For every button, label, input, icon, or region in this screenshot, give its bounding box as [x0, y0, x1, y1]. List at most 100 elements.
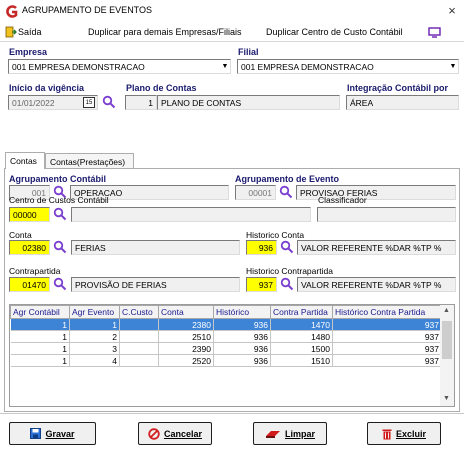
cell: 2390 — [158, 342, 214, 355]
menu-bar: Saída Duplicar para demais Empresas/Fili… — [0, 23, 464, 41]
search-icon[interactable] — [280, 240, 294, 254]
app-logo-icon — [6, 5, 18, 18]
column-header[interactable]: Agr Contábil — [10, 305, 70, 319]
cell: 1 — [10, 330, 70, 343]
cell: 936 — [213, 342, 271, 355]
window-title: AGRUPAMENTO DE EVENTOS — [22, 5, 153, 15]
column-header[interactable]: Histórico Contra Partida — [332, 305, 442, 319]
historico-contrapartida-label: Historico Contrapartida — [246, 266, 333, 276]
separator — [0, 413, 464, 414]
cell: 1 — [69, 318, 120, 331]
cell: 1470 — [270, 318, 333, 331]
search-icon[interactable] — [280, 277, 294, 291]
conta-name: FERIAS — [71, 240, 240, 255]
tab-contas[interactable]: Contas — [5, 152, 45, 169]
menu-duplicate-cost-center[interactable]: Duplicar Centro de Custo Contábil — [266, 27, 403, 37]
floppy-disk-icon — [30, 428, 42, 439]
cell: 2520 — [158, 354, 214, 367]
search-icon[interactable] — [279, 185, 293, 199]
cell: 937 — [332, 318, 442, 331]
integracao-field: ÁREA — [346, 95, 459, 110]
scroll-up-icon[interactable]: ▲ — [443, 307, 450, 314]
menu-exit[interactable]: Saída — [18, 27, 42, 37]
table-row[interactable]: 1 2 2510 936 1480 937 — [10, 330, 442, 343]
historico-contrapartida-text: VALOR REFERENTE %DAR %TP % — [297, 277, 456, 292]
table-row[interactable]: 1 4 2520 936 1510 937 — [10, 354, 442, 367]
column-header[interactable]: Histórico — [213, 305, 271, 319]
classificador-field — [317, 207, 456, 222]
separator — [0, 41, 464, 42]
search-icon[interactable] — [53, 277, 67, 291]
table-row[interactable]: 1 3 2390 936 1500 937 — [10, 342, 442, 355]
centro-custos-name — [71, 207, 311, 222]
cell: 1 — [10, 354, 70, 367]
historico-conta-code[interactable]: 936 — [246, 240, 277, 255]
column-header[interactable]: C.Custo — [119, 305, 159, 319]
monitor-icon[interactable] — [428, 27, 441, 38]
cell: 936 — [213, 354, 271, 367]
grid-header-row: Agr Contábil Agr Evento C.Custo Conta Hi… — [10, 305, 442, 319]
search-icon[interactable] — [53, 240, 67, 254]
scroll-down-icon[interactable]: ▼ — [443, 395, 450, 402]
cancel-icon — [148, 427, 160, 440]
conta-label: Conta — [9, 230, 32, 240]
centro-custos-code[interactable]: 00000 — [9, 207, 50, 222]
agrup-evento-code[interactable]: 00001 — [235, 185, 276, 200]
agrup-evento-label: Agrupamento de Evento — [235, 174, 340, 184]
empresa-label: Empresa — [9, 47, 48, 57]
cell — [119, 318, 159, 331]
calendar-icon[interactable]: 15 — [83, 97, 95, 108]
plano-contas-code[interactable]: 1 — [125, 95, 157, 110]
cell: 937 — [332, 354, 442, 367]
historico-conta-text: VALOR REFERENTE %DAR %TP % — [297, 240, 456, 255]
trash-icon — [382, 429, 392, 439]
column-header[interactable]: Contra Partida — [270, 305, 333, 319]
plano-contas-label: Plano de Contas — [126, 83, 197, 93]
cell: 1480 — [270, 330, 333, 343]
menu-duplicate-companies[interactable]: Duplicar para demais Empresas/Filiais — [88, 27, 242, 37]
eraser-icon — [265, 430, 280, 438]
cell: 937 — [332, 330, 442, 343]
clear-button[interactable]: Limpar — [253, 422, 327, 445]
chevron-down-icon[interactable]: ▼ — [448, 60, 458, 73]
cell: 2380 — [158, 318, 214, 331]
cancel-button-label: Cancelar — [163, 428, 203, 439]
contrapartida-code[interactable]: 01470 — [9, 277, 50, 292]
cell: 1 — [10, 342, 70, 355]
delete-button[interactable]: Excluir — [367, 422, 441, 445]
conta-code[interactable]: 02380 — [9, 240, 50, 255]
chevron-down-icon[interactable]: ▼ — [220, 60, 230, 73]
column-header[interactable]: Conta — [158, 305, 214, 319]
clear-button-label: Limpar — [284, 428, 315, 439]
empresa-select[interactable]: 001 EMPRESA DEMONSTRACAO — [8, 59, 231, 74]
cell: 1 — [10, 318, 70, 331]
cell: 1500 — [270, 342, 333, 355]
save-button[interactable]: Gravar — [9, 422, 96, 445]
historico-conta-label: Historico Conta — [246, 230, 305, 240]
close-button[interactable]: × — [444, 3, 460, 19]
cell: 2510 — [158, 330, 214, 343]
scrollbar-thumb[interactable] — [442, 321, 452, 359]
save-button-label: Gravar — [45, 428, 75, 439]
cell: 1510 — [270, 354, 333, 367]
title-bar: AGRUPAMENTO DE EVENTOS × — [0, 0, 464, 22]
filial-label: Filial — [238, 47, 259, 57]
historico-contrapartida-code[interactable]: 937 — [246, 277, 277, 292]
inicio-vigencia-label: Início da vigência — [9, 83, 85, 93]
filial-select[interactable]: 001 EMPRESA DEMONSTRACAO — [237, 59, 459, 74]
exit-icon — [5, 26, 17, 38]
column-header[interactable]: Agr Evento — [69, 305, 120, 319]
events-grid[interactable]: Agr Contábil Agr Evento C.Custo Conta Hi… — [9, 304, 455, 407]
delete-button-label: Excluir — [395, 428, 426, 439]
cell — [119, 342, 159, 355]
plano-contas-name: PLANO DE CONTAS — [157, 95, 340, 110]
table-row[interactable]: 1 1 2380 936 1470 937 — [10, 318, 442, 331]
cell: 936 — [213, 330, 271, 343]
search-icon[interactable] — [53, 207, 67, 221]
classificador-label: Classificador — [318, 195, 367, 205]
cell: 2 — [69, 330, 120, 343]
centro-custos-label: Centro de Custos Contábil — [9, 195, 109, 205]
cell — [119, 330, 159, 343]
cancel-button[interactable]: Cancelar — [138, 422, 212, 445]
search-icon[interactable] — [102, 95, 116, 109]
